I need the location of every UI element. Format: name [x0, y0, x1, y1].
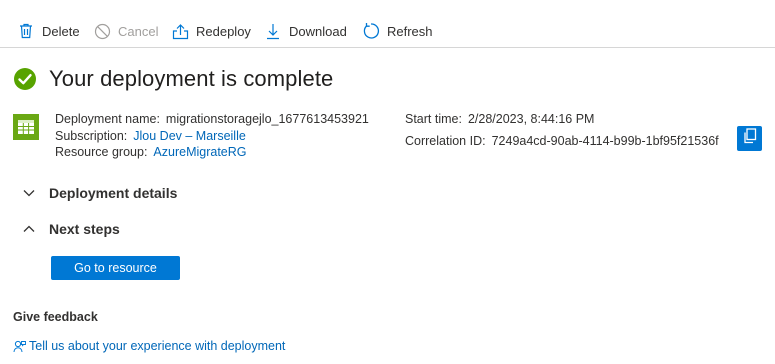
- delete-label: Delete: [42, 23, 80, 39]
- deployment-details-toggle[interactable]: Deployment details: [22, 185, 177, 201]
- deployment-name-value: migrationstoragejlo_1677613453921: [165, 112, 369, 126]
- start-time-value: 2/28/2023, 8:44:16 PM: [467, 112, 595, 126]
- start-time-label: Start time:: [405, 112, 462, 126]
- copy-icon: [743, 128, 757, 149]
- feedback-link[interactable]: Tell us about your experience with deplo…: [13, 339, 285, 353]
- page-title: Your deployment is complete: [49, 66, 334, 91]
- correlation-id-label: Correlation ID:: [405, 133, 486, 148]
- download-label: Download: [289, 23, 347, 39]
- deployment-name-label: Deployment name:: [55, 112, 160, 126]
- resource-group-label: Resource group:: [55, 145, 148, 159]
- resource-group-row: Resource group: AzureMigrateRG: [55, 144, 369, 161]
- chevron-down-icon: [22, 186, 36, 200]
- command-bar: Delete Cancel Redeploy Download Refresh: [0, 0, 775, 48]
- deployment-info-left: Deployment name: migrationstoragejlo_1677…: [55, 111, 369, 161]
- deployment-resource-icon: [13, 114, 39, 140]
- correlation-id-row: Correlation ID: 7249a4cd-90ab-4114-b99b-1…: [405, 133, 719, 150]
- redeploy-button[interactable]: Redeploy: [171, 18, 251, 44]
- upload-icon: [171, 22, 189, 40]
- redeploy-label: Redeploy: [196, 23, 251, 39]
- correlation-id-value: 7249a4cd-90ab-4114-b99b-1bf95f21536f: [491, 133, 719, 148]
- go-to-resource-button[interactable]: Go to resource: [51, 256, 180, 280]
- copy-button[interactable]: [737, 126, 762, 151]
- resource-group-link[interactable]: AzureMigrateRG: [153, 145, 246, 159]
- delete-button[interactable]: Delete: [17, 18, 80, 44]
- refresh-label: Refresh: [387, 23, 433, 39]
- chevron-up-icon: [22, 222, 36, 236]
- deployment-info-right: Start time: 2/28/2023, 8:44:16 PM Correla…: [405, 111, 719, 149]
- next-steps-label: Next steps: [49, 221, 120, 237]
- feedback-person-icon: [13, 340, 26, 353]
- subscription-row: Subscription: Jlou Dev – Marseille: [55, 128, 369, 145]
- deployment-details-label: Deployment details: [49, 185, 178, 201]
- subscription-label: Subscription:: [55, 128, 128, 143]
- download-icon: [264, 22, 282, 40]
- refresh-button[interactable]: Refresh: [362, 18, 433, 44]
- next-steps-toggle[interactable]: Next steps: [22, 221, 120, 237]
- give-feedback-heading: Give feedback: [13, 310, 98, 324]
- cancel-label: Cancel: [118, 23, 159, 39]
- success-check-icon: [13, 67, 37, 91]
- feedback-link-label: Tell us about your experience with deplo…: [29, 339, 286, 353]
- cancel-button[interactable]: Cancel: [93, 18, 158, 44]
- deployment-name-row: Deployment name: migrationstoragejlo_1677…: [55, 111, 369, 128]
- start-time-row: Start time: 2/28/2023, 8:44:16 PM: [405, 111, 719, 128]
- download-button[interactable]: Download: [264, 18, 347, 44]
- subscription-link[interactable]: Jlou Dev – Marseille: [133, 129, 246, 143]
- trash-icon: [17, 22, 35, 40]
- deployment-status: Your deployment is complete: [13, 66, 333, 92]
- refresh-icon: [362, 22, 380, 40]
- cancel-icon: [93, 22, 111, 40]
